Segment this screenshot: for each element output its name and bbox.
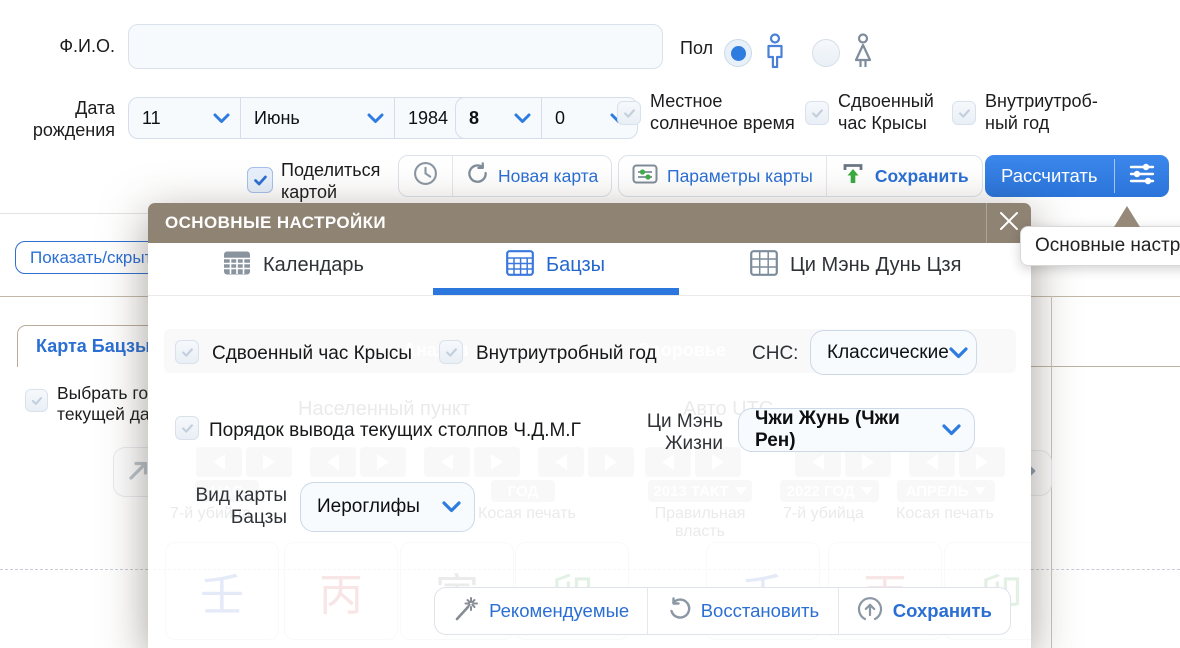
double-rat-hour-label: Сдвоенный час Крысы — [838, 90, 934, 134]
ghost-nav-arrows — [310, 447, 406, 477]
local-solar-time-checkbox[interactable] — [617, 101, 641, 125]
tab-qimen[interactable]: Ци Мэнь Дунь Цзя — [750, 243, 961, 288]
divider-taupe-right — [1031, 366, 1180, 367]
dashed-line-right — [1031, 569, 1180, 570]
pillar-order-checkbox[interactable] — [175, 416, 199, 440]
sns-label: СНС: — [752, 343, 798, 365]
chevron-down-icon — [367, 113, 384, 124]
ghost-dashed-line — [148, 569, 1031, 570]
screen: Ф.И.О. Пол Дата рождения 11 Июнь 1984 8 — [0, 0, 1180, 648]
local-solar-time-label: Местное солнечное время — [650, 90, 795, 134]
calculate-group: Рассчитать — [985, 155, 1169, 197]
chart-view-label: Вид карты Бацзы — [188, 485, 287, 529]
chart-params-button[interactable]: Параметры карты — [619, 156, 827, 196]
ghost-label: Косая печать — [478, 505, 576, 523]
chevron-down-icon — [514, 113, 531, 124]
male-icon — [762, 33, 788, 76]
reload-icon — [466, 162, 489, 190]
ghost-pill: ГОД — [491, 480, 555, 502]
qimen-life-select[interactable]: Чжи Жунь (Чжи Рен) — [738, 408, 975, 452]
calendar-solid-icon — [223, 250, 251, 282]
active-tab-underline — [433, 288, 679, 295]
modal-intrauterine-label: Внутриутробный год — [476, 343, 657, 365]
ghost-card: 丙 — [284, 542, 398, 640]
birth-time-selects: 8 0 — [455, 97, 638, 139]
fio-input[interactable] — [128, 24, 663, 69]
calculate-button[interactable]: Рассчитать — [985, 155, 1114, 197]
modal-double-rat-checkbox[interactable] — [175, 340, 199, 364]
modal-title: ОСНОВНЫЕ НАСТРОЙКИ — [148, 213, 386, 233]
chevron-down-icon — [949, 347, 968, 359]
settings-modal: Версия про СНС кратко Иероглифы Анализ З… — [148, 203, 1031, 648]
tab-calendar[interactable]: Календарь — [223, 243, 364, 288]
birth-month-select[interactable]: Июнь — [241, 98, 395, 138]
intrauterine-year-label: Внутриутроб- ный год — [985, 90, 1098, 134]
fio-label: Ф.И.О. — [20, 35, 115, 57]
grid-3x3-icon — [750, 250, 778, 282]
sliders-icon — [1128, 161, 1156, 192]
ghost-pill: АПРЕЛЬ — [897, 480, 995, 502]
undo-icon — [667, 597, 691, 626]
gender-label: Пол — [680, 37, 713, 59]
ghost-nav-arrows — [538, 447, 634, 477]
ghost-pill: 2013 ТАКТ — [648, 480, 752, 502]
birth-day-select[interactable]: 11 — [129, 98, 241, 138]
restore-button[interactable]: Восстановить — [648, 588, 838, 634]
gender-female-radio[interactable] — [812, 39, 840, 67]
ghost-label: Населенный пункт — [298, 398, 470, 421]
modal-save-button[interactable]: Сохранить — [839, 588, 1010, 634]
modal-double-rat-label: Сдвоенный час Крысы — [212, 343, 412, 365]
double-rat-hour-checkbox[interactable] — [805, 101, 829, 125]
modal-intrauterine-checkbox[interactable] — [439, 340, 463, 364]
ghost-label: 7-й убийца — [783, 505, 864, 523]
toolbar-group-right: Параметры карты Сохранить — [618, 155, 983, 197]
birth-date-selects: 11 Июнь 1984 — [128, 97, 511, 139]
tooltip-arrow — [1114, 206, 1140, 227]
time-button[interactable] — [399, 156, 453, 196]
birth-hour-select[interactable]: 8 — [456, 98, 542, 138]
recommended-button[interactable]: Рекомендуемые — [435, 588, 648, 634]
settings-button[interactable] — [1115, 155, 1169, 197]
sns-select[interactable]: Классические — [810, 330, 977, 375]
chart-params-icon — [632, 162, 658, 191]
share-chart-checkbox[interactable] — [247, 167, 273, 193]
modal-footer-buttons: Рекомендуемые Восстановить Сохранить — [434, 587, 1011, 635]
intrauterine-year-checkbox[interactable] — [952, 101, 976, 125]
ghost-pill: 2022 ГОД — [780, 480, 879, 502]
birth-date-label: Дата рождения — [10, 97, 115, 141]
ghost-nav-arrows — [424, 447, 520, 477]
modal-header: ОСНОВНЫЕ НАСТРОЙКИ — [148, 203, 1031, 243]
pillar-order-label: Порядок вывода текущих столпов Ч.Д.М.Г — [209, 420, 581, 442]
ghost-nav-arrows — [196, 447, 292, 477]
share-chart-label: Поделиться картой — [281, 159, 380, 203]
female-icon — [850, 33, 876, 76]
chevron-down-icon — [213, 113, 230, 124]
save-chart-button[interactable]: Сохранить — [827, 156, 982, 196]
ghost-label: Косая печать — [896, 505, 994, 523]
divider-top — [0, 213, 148, 214]
close-icon — [997, 209, 1021, 238]
upload-circle-icon — [857, 596, 883, 627]
dashed-line-left — [0, 569, 148, 570]
toolbar-group-left: Новая карта — [398, 155, 612, 197]
qimen-life-label: Ци Мэнь Жизни — [628, 411, 723, 455]
upload-save-icon — [840, 161, 866, 192]
ghost-card: 壬 — [165, 542, 279, 640]
settings-tooltip: Основные настройки — [1020, 226, 1180, 266]
modal-tabs: Календарь Бацзы Ци Мэнь Дунь Цзя — [148, 243, 1031, 296]
tab-bazi[interactable]: Бацзы — [506, 243, 605, 288]
clock-icon — [413, 161, 438, 191]
ghost-label: Правильная власть — [640, 505, 760, 541]
gender-male-radio[interactable] — [724, 39, 752, 67]
new-chart-button[interactable]: Новая карта — [453, 156, 611, 196]
chevron-down-icon — [442, 501, 461, 513]
chart-view-select[interactable]: Иероглифы — [300, 482, 475, 532]
calendar-grid-icon — [506, 250, 534, 282]
chevron-down-icon — [942, 424, 961, 436]
magic-wand-icon — [453, 596, 479, 627]
select-city-checkbox[interactable] — [25, 389, 48, 412]
